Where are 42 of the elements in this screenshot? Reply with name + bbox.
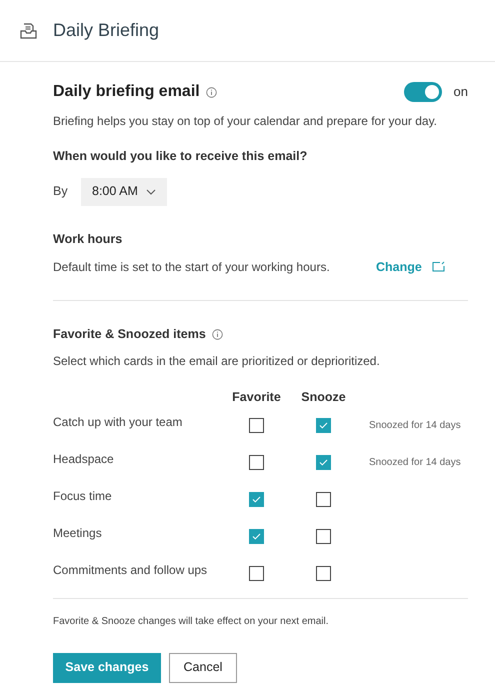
- by-label: By: [53, 183, 69, 200]
- checkbox[interactable]: [249, 454, 264, 470]
- external-link-icon[interactable]: [432, 261, 445, 272]
- checkbox[interactable]: [316, 566, 331, 581]
- item-label: Commitments and follow ups: [53, 562, 208, 580]
- checkbox[interactable]: [316, 418, 331, 433]
- section-heading: Work hours: [53, 230, 124, 248]
- page-title: Daily Briefing: [53, 19, 160, 42]
- section-title: Daily briefing email: [53, 82, 200, 102]
- checkmark-icon: [252, 532, 261, 540]
- toggle-label: on: [454, 83, 468, 102]
- column-header: Favorite: [231, 389, 282, 406]
- info-icon[interactable]: [206, 86, 217, 98]
- checkmark-icon: [319, 458, 328, 466]
- checkbox[interactable]: [249, 418, 264, 433]
- checkbox[interactable]: [316, 528, 331, 544]
- question-label: When would you like to receive this email?: [53, 148, 308, 165]
- mail-tray-icon: [20, 22, 37, 38]
- checkbox[interactable]: [316, 492, 331, 507]
- description: Select which cards in the email are prioritized or deprioritized.: [53, 353, 381, 370]
- checkbox[interactable]: [249, 528, 264, 544]
- description: Default time is set to the start of your working hours.: [53, 258, 331, 276]
- time-dropdown[interactable]: 8:00 AM: [81, 178, 167, 206]
- section-heading: Favorite & Snoozed items: [53, 326, 206, 344]
- item-label: Headspace: [53, 451, 115, 468]
- item-label: Focus time: [53, 488, 113, 506]
- description: Briefing helps you stay on top of your calendar and prepare for your day.: [53, 113, 438, 130]
- cancel-button[interactable]: Cancel: [169, 652, 237, 683]
- info-icon[interactable]: [212, 329, 223, 340]
- checkbox[interactable]: [316, 454, 331, 470]
- checkbox[interactable]: [249, 492, 264, 507]
- snooze-note: Snoozed for 14 days: [369, 418, 461, 433]
- column-header: Snooze: [300, 389, 347, 406]
- checkmark-icon: [252, 496, 261, 503]
- item-label: Meetings: [53, 525, 103, 542]
- toggle-switch[interactable]: [404, 82, 442, 102]
- snooze-note: Snoozed for 14 days: [369, 456, 461, 470]
- item-label: Catch up with your team: [53, 414, 184, 432]
- footnote: Favorite & Snooze changes will take effect on your next email.: [53, 614, 330, 629]
- checkbox[interactable]: [249, 566, 264, 581]
- chevron-down-icon: [146, 188, 156, 195]
- checkmark-icon: [319, 422, 328, 429]
